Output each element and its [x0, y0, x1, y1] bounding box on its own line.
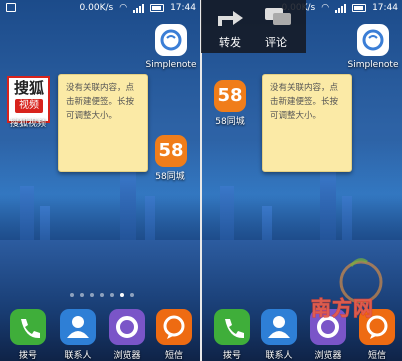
- simplenote-logo-icon: [160, 29, 182, 51]
- phone-label: 拨号: [18, 351, 37, 361]
- simplenote-app-icon[interactable]: [155, 24, 187, 56]
- sohu-logo-bottom: 视频: [15, 99, 43, 113]
- contacts-label: 联系人: [64, 351, 92, 361]
- app-58-label: 58同城: [155, 172, 185, 182]
- forward-arrow-icon: [218, 11, 243, 26]
- note-widget[interactable]: 没有关联内容，点击新建便签。长按可调整大小。: [262, 74, 352, 172]
- phone-app-icon[interactable]: [214, 309, 250, 345]
- phone-app-icon[interactable]: [10, 309, 46, 345]
- app-58-icon[interactable]: 58: [155, 135, 187, 167]
- forward-label: 转发: [219, 36, 241, 49]
- forward-button[interactable]: 转发: [211, 4, 251, 50]
- battery-icon: [352, 4, 367, 12]
- app-58-logo: 58: [158, 140, 184, 161]
- watermark-text: 南方网: [311, 296, 374, 321]
- status-bar: 0.00K/s ◠ 17:44: [0, 0, 200, 16]
- app-58-label: 58同城: [215, 117, 245, 127]
- browser-app-icon[interactable]: [109, 309, 145, 345]
- home-screen-left: 0.00K/s ◠ 17:44 搜狐 视频 搜狐视频 Simplenote 没有…: [0, 0, 200, 361]
- contacts-label: 联系人: [265, 351, 293, 361]
- sms-app-icon[interactable]: [156, 309, 192, 345]
- phone-label: 拨号: [222, 351, 241, 361]
- contacts-app-icon[interactable]: [261, 309, 297, 345]
- phone-handset-icon: [21, 319, 40, 339]
- sms-label: 短信: [164, 351, 183, 361]
- browser-ring-icon: [116, 316, 138, 338]
- clock: 17:44: [372, 3, 398, 13]
- page-indicator: [70, 293, 134, 297]
- wifi-icon: ◠: [119, 3, 128, 13]
- active-page-dot: [120, 293, 124, 297]
- comment-bubble-icon: [265, 8, 291, 25]
- person-icon: [268, 316, 290, 338]
- share-overlay: 转发 评论: [201, 0, 306, 53]
- person-icon: [67, 316, 89, 338]
- comment-button[interactable]: 评论: [259, 4, 299, 50]
- note-widget-text: 没有关联内容，点击新建便签。长按可调整大小。: [270, 83, 339, 121]
- clock: 17:44: [170, 3, 196, 13]
- contacts-app-icon[interactable]: [60, 309, 96, 345]
- network-speed: 0.00K/s: [79, 3, 114, 13]
- battery-icon: [150, 4, 165, 12]
- message-bubble-icon: [163, 315, 185, 339]
- browser-label: 浏览器: [113, 351, 141, 361]
- watermark-logo: 南方网: [303, 252, 398, 342]
- signal-icon: [335, 3, 347, 13]
- notification-icon: [6, 3, 16, 12]
- sohu-logo-top: 搜狐: [13, 79, 44, 97]
- note-widget[interactable]: 没有关联内容，点击新建便签。长按可调整大小。: [58, 74, 148, 172]
- simplenote-app-icon[interactable]: [357, 24, 389, 56]
- sohu-video-label: 搜狐视频: [9, 119, 46, 129]
- signal-icon: [133, 3, 145, 13]
- app-58-logo: 58: [217, 85, 243, 106]
- simplenote-logo-icon: [362, 29, 384, 51]
- browser-label: 浏览器: [314, 351, 342, 361]
- app-58-icon[interactable]: 58: [214, 80, 246, 112]
- comment-label: 评论: [265, 36, 287, 49]
- simplenote-label: Simplenote: [145, 60, 197, 70]
- phone-handset-icon: [225, 319, 244, 339]
- note-widget-text: 没有关联内容，点击新建便签。长按可调整大小。: [66, 83, 135, 121]
- sms-label: 短信: [367, 351, 386, 361]
- simplenote-label: Simplenote: [347, 60, 399, 70]
- wifi-icon: ◠: [321, 3, 330, 13]
